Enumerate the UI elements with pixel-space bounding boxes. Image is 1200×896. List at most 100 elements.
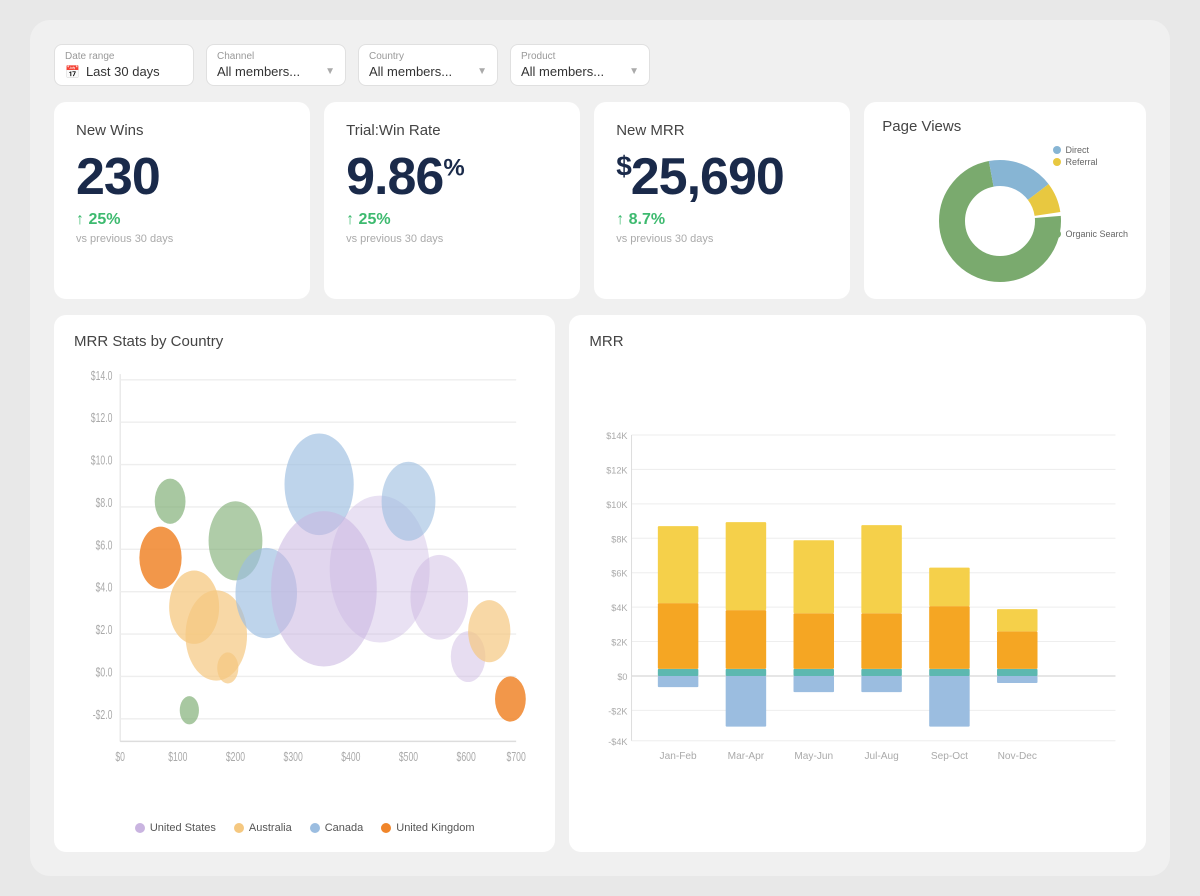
- mrr-currency: $: [616, 151, 631, 182]
- svg-text:-$4K: -$4K: [609, 737, 628, 747]
- trial-win-rate-value: 9.86%: [346, 151, 558, 203]
- product-filter[interactable]: Product All members... ▼: [510, 44, 650, 86]
- legend-au: Australia: [234, 822, 292, 834]
- legend-referral: Referral: [1053, 157, 1128, 167]
- svg-text:$8.0: $8.0: [96, 496, 113, 510]
- svg-text:$2K: $2K: [612, 638, 628, 648]
- bubble-legend: United States Australia Canada United Ki…: [74, 822, 535, 834]
- trial-win-rate-sub: vs previous 30 days: [346, 233, 558, 245]
- bar-mar-apr: [726, 522, 766, 727]
- date-range-filter[interactable]: Date range 📅 Last 30 days: [54, 44, 194, 86]
- svg-text:$400: $400: [341, 751, 360, 765]
- mrr-chart-card: MRR $14K $12K $10K $8K $6K: [569, 315, 1146, 852]
- svg-text:$200: $200: [226, 751, 245, 765]
- svg-text:-$2.0: -$2.0: [93, 708, 113, 722]
- uk-dot: [381, 823, 391, 833]
- svg-text:$14K: $14K: [607, 431, 628, 441]
- bottom-row: MRR Stats by Country $14.0 $12.0 $10.0 $…: [54, 315, 1146, 852]
- uk-label: United Kingdom: [396, 822, 474, 834]
- bubble-chart-svg: $14.0 $12.0 $10.0 $8.0 $6.0 $4.0 $2.0 $0…: [74, 360, 535, 812]
- new-wins-sub: vs previous 30 days: [76, 233, 288, 245]
- ca-label: Canada: [325, 822, 364, 834]
- new-wins-title: New Wins: [76, 122, 288, 139]
- svg-text:$12.0: $12.0: [91, 412, 113, 426]
- legend-uk: United Kingdom: [381, 822, 474, 834]
- svg-text:$500: $500: [399, 751, 418, 765]
- referral-label: Referral: [1065, 157, 1097, 167]
- bar-nov-dec: [997, 609, 1037, 683]
- us-label: United States: [150, 822, 216, 834]
- trial-percent: %: [443, 155, 463, 182]
- bar-chart-svg: $14K $12K $10K $8K $6K $4K $2K $0: [589, 360, 1126, 834]
- svg-text:$10.0: $10.0: [91, 454, 113, 468]
- new-mrr-value: $25,690: [616, 151, 828, 203]
- new-mrr-sub: vs previous 30 days: [616, 233, 828, 245]
- svg-text:$4.0: $4.0: [96, 581, 113, 595]
- us-dot: [135, 823, 145, 833]
- new-wins-change: ↑ 25%: [76, 211, 288, 229]
- country-filter[interactable]: Country All members... ▼: [358, 44, 498, 86]
- mrr-country-card: MRR Stats by Country $14.0 $12.0 $10.0 $…: [54, 315, 555, 852]
- country-label: Country: [369, 51, 487, 62]
- svg-text:$300: $300: [284, 751, 303, 765]
- svg-text:$6K: $6K: [612, 569, 628, 579]
- ca-dot: [310, 823, 320, 833]
- dashboard: Date range 📅 Last 30 days Channel All me…: [30, 20, 1170, 876]
- channel-label: Channel: [217, 51, 335, 62]
- donut-wrap: Direct Referral Organic Search: [882, 143, 1128, 283]
- channel-value: All members...: [217, 64, 300, 79]
- new-wins-value: 230: [76, 151, 288, 203]
- new-mrr-card: New MRR $25,690 ↑ 8.7% vs previous 30 da…: [594, 102, 850, 299]
- svg-text:Jan-Feb: Jan-Feb: [660, 751, 697, 762]
- legend-direct: Direct: [1053, 145, 1128, 155]
- calendar-icon: 📅: [65, 65, 80, 79]
- new-mrr-change: ↑ 8.7%: [616, 211, 828, 229]
- svg-text:Nov-Dec: Nov-Dec: [998, 751, 1037, 762]
- svg-text:$0: $0: [618, 672, 628, 682]
- bubble-chart-area: $14.0 $12.0 $10.0 $8.0 $6.0 $4.0 $2.0 $0…: [74, 360, 535, 812]
- bar-jan-feb: [658, 526, 698, 687]
- donut-legend: Direct Referral Organic Search: [1053, 145, 1128, 239]
- chevron-down-icon2: ▼: [477, 66, 487, 77]
- au-label: Australia: [249, 822, 292, 834]
- referral-dot: [1053, 158, 1061, 166]
- svg-text:Sep-Oct: Sep-Oct: [931, 751, 968, 762]
- bar-may-jun: [794, 540, 834, 692]
- kpi-row: New Wins 230 ↑ 25% vs previous 30 days T…: [54, 102, 1146, 299]
- filters-row: Date range 📅 Last 30 days Channel All me…: [54, 44, 1146, 86]
- new-wins-card: New Wins 230 ↑ 25% vs previous 30 days: [54, 102, 310, 299]
- product-value: All members...: [521, 64, 604, 79]
- page-views-title: Page Views: [882, 118, 1128, 135]
- svg-text:$0.0: $0.0: [96, 666, 113, 680]
- new-mrr-title: New MRR: [616, 122, 828, 139]
- bar-sep-oct: [930, 568, 970, 727]
- trial-win-rate-card: Trial:Win Rate 9.86% ↑ 25% vs previous 3…: [324, 102, 580, 299]
- mrr-chart-title: MRR: [589, 333, 1126, 350]
- trial-win-rate-change: ↑ 25%: [346, 211, 558, 229]
- svg-text:$12K: $12K: [607, 465, 628, 475]
- svg-text:Mar-Apr: Mar-Apr: [728, 751, 765, 762]
- svg-text:$600: $600: [457, 751, 476, 765]
- organic-label: Organic Search: [1065, 229, 1128, 239]
- country-value: All members...: [369, 64, 452, 79]
- date-range-value: Last 30 days: [86, 64, 160, 79]
- chevron-down-icon3: ▼: [629, 66, 639, 77]
- legend-organic: Organic Search: [1053, 229, 1128, 239]
- trial-win-rate-title: Trial:Win Rate: [346, 122, 558, 139]
- svg-text:$2.0: $2.0: [96, 624, 113, 638]
- svg-text:$700: $700: [507, 751, 526, 765]
- mrr-country-title: MRR Stats by Country: [74, 333, 535, 350]
- svg-text:$0: $0: [115, 751, 125, 765]
- chevron-down-icon: ▼: [325, 66, 335, 77]
- mrr-number: 25,690: [631, 148, 784, 206]
- product-label: Product: [521, 51, 639, 62]
- channel-filter[interactable]: Channel All members... ▼: [206, 44, 346, 86]
- legend-ca: Canada: [310, 822, 364, 834]
- svg-text:Jul-Aug: Jul-Aug: [865, 751, 899, 762]
- bar-chart-area: $14K $12K $10K $8K $6K $4K $2K $0: [589, 360, 1126, 834]
- svg-text:May-Jun: May-Jun: [795, 751, 834, 762]
- svg-text:-$2K: -$2K: [609, 706, 628, 716]
- trial-value-number: 9.86: [346, 148, 443, 206]
- date-range-label: Date range: [65, 51, 183, 62]
- svg-text:$8K: $8K: [612, 534, 628, 544]
